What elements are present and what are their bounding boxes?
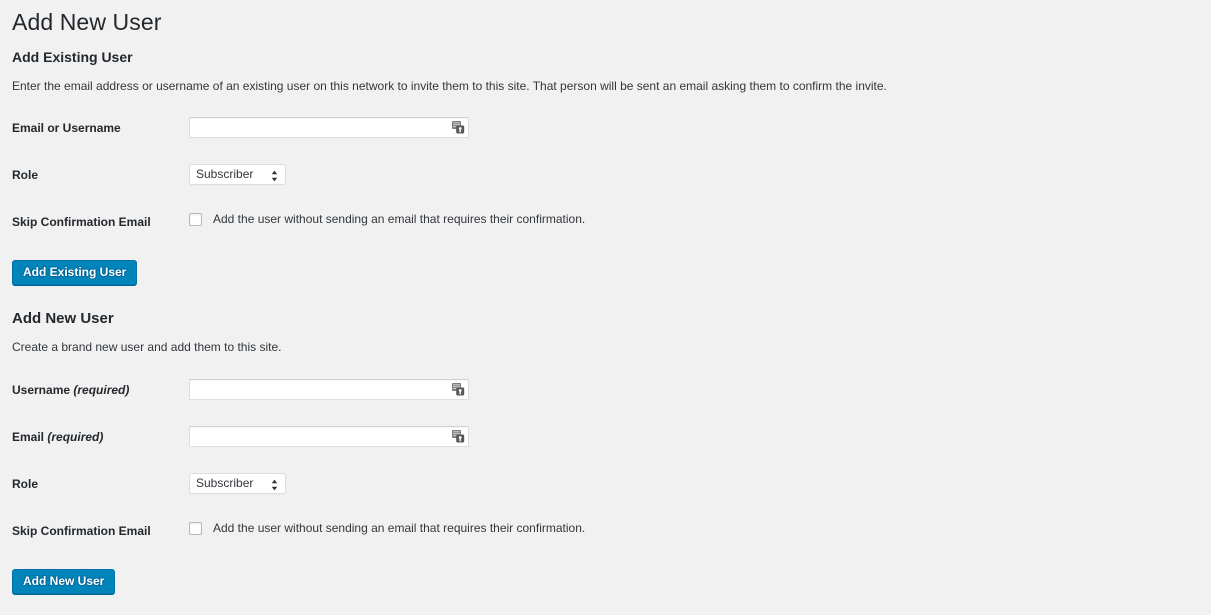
field-email [189,426,469,447]
label-role-existing: Role [12,168,39,182]
select-wrap-role-existing: Subscriber [189,164,286,185]
email-input[interactable] [189,426,469,447]
form-row-skip-confirmation-existing: Skip Confirmation Email Add the user wit… [0,211,1100,233]
form-row-username: Username (required) [0,379,1100,401]
username-input[interactable] [189,379,469,400]
field-role-existing: Subscriber [189,164,286,185]
label-email: Email (required) [12,426,182,448]
field-role-new: Subscriber [189,473,286,494]
label-email-required-note: (required) [47,430,104,444]
form-row-role-existing: Role Subscriber [0,164,1100,186]
add-new-user-page: Add New User Add Existing User Enter the… [0,0,1211,615]
email-or-username-input[interactable] [189,117,469,138]
label-email-text: Email [12,430,45,444]
form-row-role-new: Role Subscriber [0,473,1100,495]
input-wrap-username [189,379,469,400]
form-row-email-or-username: Email or Username [0,117,1100,139]
skip-confirmation-checkbox-new[interactable] [189,521,202,535]
section-heading-add-existing-user: Add Existing User [12,49,133,65]
input-wrap-email [189,426,469,447]
select-wrap-role-new: Subscriber [189,473,286,494]
page-title: Add New User [12,9,162,35]
form-row-skip-confirmation-new: Skip Confirmation Email Add the user wit… [0,520,1100,542]
label-username-text: Username [12,383,71,397]
add-existing-user-button[interactable]: Add Existing User [12,260,138,285]
label-username: Username (required) [12,379,182,401]
label-email-or-username: Email or Username [12,121,121,135]
label-role-new: Role [12,477,39,491]
field-username [189,379,469,400]
skip-confirmation-checkbox-label-new: Add the user without sending an email th… [213,521,586,535]
label-skip-confirmation-existing: Skip Confirmation Email [12,215,151,229]
role-select-existing[interactable]: Subscriber [189,164,286,185]
input-wrap-email-or-username [189,117,469,138]
label-username-required-note: (required) [73,383,130,397]
field-skip-confirmation-existing: Add the user without sending an email th… [189,211,585,227]
add-new-user-button[interactable]: Add New User [12,569,116,594]
form-row-email: Email (required) [0,426,1100,448]
skip-confirmation-checkbox-label-existing: Add the user without sending an email th… [213,212,586,226]
skip-confirmation-checkbox-existing[interactable] [189,212,202,226]
section-description-add-new-user: Create a brand new user and add them to … [12,340,282,354]
field-skip-confirmation-new: Add the user without sending an email th… [189,520,585,536]
section-heading-add-new-user: Add New User [12,310,114,327]
section-description-add-existing-user: Enter the email address or username of a… [12,79,887,93]
role-select-new[interactable]: Subscriber [189,473,286,494]
field-email-or-username [189,117,469,138]
label-skip-confirmation-new: Skip Confirmation Email [12,524,151,538]
